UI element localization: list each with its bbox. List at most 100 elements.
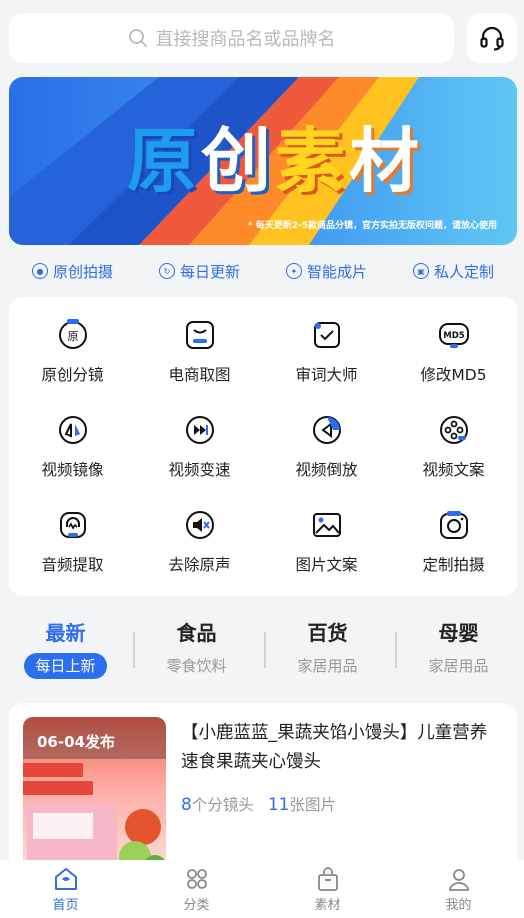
tool-label: 图片文案 bbox=[295, 556, 358, 574]
banner-char-2: 创 bbox=[201, 120, 275, 202]
tool-original-storyboard[interactable]: 原 原创分镜 bbox=[9, 319, 136, 414]
product-thumbnail[interactable]: 06-04发布 bbox=[23, 717, 166, 883]
nav-label: 素材 bbox=[314, 897, 341, 913]
tool-video-reverse[interactable]: 视频倒放 bbox=[263, 414, 390, 509]
banner-note: * 每天更新2-5款商品分镜，官方实拍无版权问题，请放心使用 bbox=[247, 221, 497, 231]
nav-label: 我的 bbox=[445, 897, 472, 913]
tool-remove-audio[interactable]: 去除原声 bbox=[136, 509, 263, 604]
banner-char-3: 素 bbox=[275, 120, 349, 202]
tag-label: 每日更新 bbox=[179, 262, 240, 281]
search-icon bbox=[128, 29, 147, 47]
tools-grid: 原 原创分镜 电商取图 审词大师 MD5 修改MD5 视频镜像 视频变速 视频倒… bbox=[9, 297, 517, 596]
tab-title: 母婴 bbox=[438, 621, 479, 645]
md5-icon: MD5 bbox=[438, 323, 469, 348]
camera-icon: ● bbox=[31, 263, 48, 279]
user-icon bbox=[448, 868, 469, 891]
video-reverse-icon bbox=[312, 416, 341, 444]
grid-icon bbox=[186, 868, 207, 889]
image-text-icon bbox=[312, 513, 341, 537]
bag-icon bbox=[317, 866, 338, 891]
category-tabs: 最新 每日上新 食品 零食饮料 百货 家居用品 母婴 家居用品 bbox=[0, 618, 524, 688]
nav-label: 分类 bbox=[183, 897, 210, 913]
custom-shoot-icon bbox=[439, 511, 468, 539]
tag-original-shoot[interactable]: ● 原创拍摄 bbox=[31, 261, 113, 282]
tool-audio-extract[interactable]: 音频提取 bbox=[9, 509, 136, 604]
word-review-icon bbox=[313, 322, 340, 348]
tab-general-goods[interactable]: 百货 家居用品 bbox=[264, 618, 391, 688]
tool-label: 电商取图 bbox=[168, 366, 231, 384]
tool-label: 视频镜像 bbox=[41, 461, 104, 479]
tool-image-text[interactable]: 图片文案 bbox=[263, 509, 390, 604]
svg-text:原: 原 bbox=[67, 330, 78, 343]
video-mirror-icon bbox=[58, 416, 87, 444]
tool-word-review[interactable]: 审词大师 bbox=[263, 319, 390, 414]
tab-food[interactable]: 食品 零食饮料 bbox=[133, 618, 260, 688]
tool-ecommerce-image[interactable]: 电商取图 bbox=[136, 319, 263, 414]
tool-label: 音频提取 bbox=[41, 556, 104, 574]
search-placeholder: 直接搜商品名或品牌名 bbox=[155, 29, 336, 50]
tab-subtitle: 家居用品 bbox=[428, 657, 489, 675]
tool-label: 修改MD5 bbox=[420, 366, 487, 384]
customer-service-button[interactable] bbox=[467, 13, 517, 63]
product-title[interactable]: 【小鹿蓝蓝_果蔬夹馅小馒头】儿童营养速食果蔬夹心馒头 bbox=[181, 719, 501, 777]
product-card[interactable]: 06-04发布 【小鹿蓝蓝_果蔬夹馅小馒头】儿童营养速食果蔬夹心馒头 8个分镜头… bbox=[9, 703, 517, 883]
tab-title: 百货 bbox=[307, 621, 348, 645]
headset-icon bbox=[480, 26, 504, 51]
tab-subtitle: 零食饮料 bbox=[166, 657, 227, 675]
tag-private-custom[interactable]: ▣ 私人定制 bbox=[412, 261, 494, 282]
top-bar: 直接搜商品名或品牌名 bbox=[9, 13, 517, 63]
magic-icon: ✦ bbox=[285, 263, 302, 279]
nav-material[interactable]: 素材 bbox=[262, 866, 393, 913]
tab-subtitle: 家居用品 bbox=[297, 657, 358, 675]
tool-md5[interactable]: MD5 修改MD5 bbox=[390, 319, 517, 414]
product-meta: 8个分镜头 11张图片 bbox=[181, 793, 336, 815]
tab-title: 食品 bbox=[176, 621, 217, 645]
tag-label: 私人定制 bbox=[433, 262, 494, 281]
audio-extract-icon bbox=[59, 512, 86, 538]
tab-title: 最新 bbox=[45, 621, 86, 645]
tab-maternal-baby[interactable]: 母婴 家居用品 bbox=[395, 618, 522, 688]
tool-label: 去除原声 bbox=[168, 556, 231, 574]
tool-video-mirror[interactable]: 视频镜像 bbox=[9, 414, 136, 509]
tag-daily-update[interactable]: ↻ 每日更新 bbox=[158, 261, 240, 282]
tool-label: 原创分镜 bbox=[41, 366, 104, 384]
remove-audio-icon bbox=[185, 511, 214, 539]
nav-profile[interactable]: 我的 bbox=[393, 866, 524, 913]
tab-subtitle: 每日上新 bbox=[24, 653, 107, 679]
original-storyboard-icon: 原 bbox=[58, 319, 87, 349]
nav-home[interactable]: 首页 bbox=[0, 866, 131, 913]
video-speed-icon bbox=[185, 416, 214, 444]
tag-label: 原创拍摄 bbox=[52, 262, 113, 281]
video-copy-icon bbox=[439, 416, 468, 444]
shots-count: 8 bbox=[181, 795, 192, 815]
tool-label: 视频变速 bbox=[168, 461, 231, 479]
svg-text:MD5: MD5 bbox=[443, 331, 465, 341]
date-badge: 06-04发布 bbox=[37, 733, 115, 751]
refresh-icon: ↻ bbox=[158, 263, 175, 279]
feature-tags: ● 原创拍摄 ↻ 每日更新 ✦ 智能成片 ▣ 私人定制 bbox=[9, 258, 517, 284]
ecommerce-image-icon bbox=[185, 321, 214, 349]
tool-label: 视频倒放 bbox=[295, 461, 358, 479]
tag-label: 智能成片 bbox=[306, 262, 367, 281]
bottom-nav: 首页 分类 素材 我的 bbox=[0, 860, 524, 918]
images-count: 11 bbox=[267, 795, 290, 815]
promo-banner[interactable]: 原创素材 * 每天更新2-5款商品分镜，官方实拍无版权问题，请放心使用 bbox=[9, 77, 517, 245]
tool-video-copy[interactable]: 视频文案 bbox=[390, 414, 517, 509]
shots-label: 个分镜头 bbox=[191, 796, 254, 814]
nav-label: 首页 bbox=[52, 897, 79, 913]
tool-video-speed[interactable]: 视频变速 bbox=[136, 414, 263, 509]
banner-char-4: 材 bbox=[349, 120, 423, 202]
custom-icon: ▣ bbox=[412, 263, 429, 279]
search-input[interactable]: 直接搜商品名或品牌名 bbox=[9, 13, 454, 63]
images-label: 张图片 bbox=[289, 796, 336, 814]
banner-title: 原创素材 bbox=[127, 105, 423, 206]
nav-category[interactable]: 分类 bbox=[131, 866, 262, 913]
banner-char-1: 原 bbox=[127, 120, 201, 202]
home-icon bbox=[54, 867, 77, 890]
tab-latest[interactable]: 最新 每日上新 bbox=[2, 618, 129, 688]
tool-label: 视频文案 bbox=[422, 461, 485, 479]
tag-smart-video[interactable]: ✦ 智能成片 bbox=[285, 261, 367, 282]
tool-label: 审词大师 bbox=[295, 366, 358, 384]
tool-custom-shoot[interactable]: 定制拍摄 bbox=[390, 509, 517, 604]
tool-label: 定制拍摄 bbox=[422, 556, 485, 574]
